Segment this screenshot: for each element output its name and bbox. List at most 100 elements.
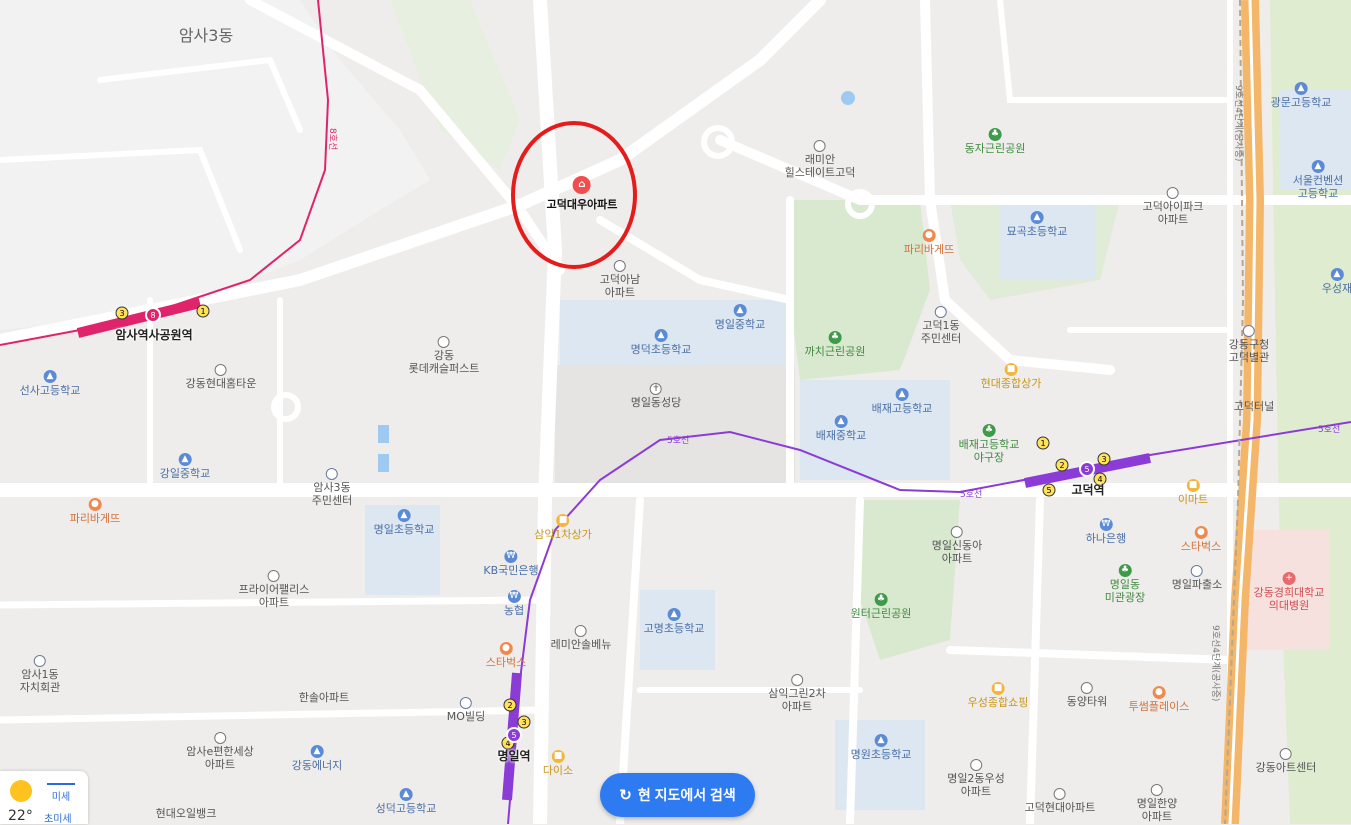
poi-label[interactable]: ▲ 고명초등학교 <box>643 608 705 635</box>
poi-label[interactable]: ♣ 배재고등학교 야구장 <box>958 424 1020 464</box>
poi-label[interactable]: ● 파리바게뜨 <box>903 229 955 256</box>
poi-label[interactable]: 강동 롯데캐슬퍼스트 <box>408 336 480 375</box>
poi-name: 배재고등학교 야구장 <box>958 438 1020 464</box>
poi-label[interactable]: 강동현대홈타운 <box>185 364 257 390</box>
poi-label[interactable]: ▲ 우성재 <box>1322 268 1351 295</box>
hospital-icon: + <box>1282 572 1296 585</box>
poi-label[interactable]: 고덕현대아파트 <box>1024 788 1096 814</box>
poi-label[interactable]: ▲ 광문고등학교 <box>1271 82 1331 109</box>
poi-label[interactable]: ✝ 명일동성당 <box>631 383 681 409</box>
poi-label[interactable]: 고덕1동 주민센터 <box>921 306 961 345</box>
poi-label[interactable]: ▲ 배재중학교 <box>816 415 866 442</box>
poi-name: 고명초등학교 <box>643 622 705 635</box>
poi-label[interactable]: ■ 다이소 <box>543 750 573 777</box>
poi-label[interactable]: ● 스타벅스 <box>1181 526 1221 553</box>
poi-label[interactable]: ▲ 명일중학교 <box>715 304 765 331</box>
poi-name: 묘곡초등학교 <box>1006 225 1068 238</box>
poi-label[interactable]: ▲ 강동에너지 <box>292 745 342 772</box>
poi-label[interactable]: ♣ 원터근린공원 <box>850 593 912 620</box>
poi-name: 고덕현대아파트 <box>1024 801 1096 814</box>
park-area-3 <box>860 500 960 660</box>
poi-name: 강동아트센터 <box>1255 761 1317 774</box>
poi-label[interactable]: 명일신동아 아파트 <box>932 526 982 565</box>
poi-name: 강동현대홈타운 <box>185 377 257 390</box>
poi-name: 고덕터널 <box>1233 400 1275 413</box>
poi-name: 파리바게뜨 <box>903 243 955 256</box>
poi-label[interactable]: ₩ 농협 <box>504 590 524 617</box>
poi-label[interactable]: ▲ 강일중학교 <box>160 453 210 480</box>
poi-label[interactable]: ♣ 까치근린공원 <box>805 331 865 358</box>
search-this-area-button[interactable]: ↻ 현 지도에서 검색 <box>600 773 755 817</box>
poi-label[interactable]: + 강동경희대학교 의대병원 <box>1253 572 1325 612</box>
poi-label[interactable]: MO빌딩 <box>447 697 485 723</box>
poi-label[interactable]: 강동아트센터 <box>1255 748 1317 774</box>
poi-name: 프라이어팰리스 아파트 <box>238 583 310 609</box>
svg-text:5: 5 <box>1084 465 1089 474</box>
poi-name: MO빌딩 <box>446 710 486 723</box>
poi-name: 농협 <box>503 604 525 617</box>
school-icon: ▲ <box>397 509 411 522</box>
apartment-icon <box>1150 784 1163 796</box>
poi-label[interactable]: 명일2동우성 아파트 <box>947 759 1005 798</box>
poi-label[interactable]: 동양타워 <box>1067 682 1107 708</box>
poi-label[interactable]: ■ 삼익1차상가 <box>534 514 592 541</box>
poi-label[interactable]: 암사e편한세상 아파트 <box>186 732 254 771</box>
weather-widget[interactable]: 22° 미세 초미세 <box>0 771 88 825</box>
selected-place[interactable]: ⌂ 고덕대우아파트 <box>547 176 617 212</box>
poi-label[interactable]: ▲ 묘곡초등학교 <box>1006 211 1068 238</box>
poi-name: 선사고등학교 <box>19 384 81 397</box>
school-icon: ▲ <box>1311 160 1325 173</box>
bakery-icon: ● <box>88 498 102 511</box>
poi-name: 강동경희대학교 의대병원 <box>1253 586 1325 612</box>
poi-label[interactable]: ● 파리바게뜨 <box>70 498 120 525</box>
poi-label[interactable]: 현대오일뱅크 <box>156 807 217 820</box>
poi-label[interactable]: 강동구청 고덕별관 <box>1229 325 1269 364</box>
poi-label[interactable]: ■ 이마트 <box>1178 479 1208 506</box>
poi-label[interactable]: ● 투썸플레이스 <box>1129 686 1189 713</box>
station-godeok[interactable]: 고덕역 <box>1071 481 1104 498</box>
poi-label[interactable]: ▲ 서울컨벤션 고등학교 <box>1293 160 1343 200</box>
poi-name: 강동 롯데캐슬퍼스트 <box>408 349 480 375</box>
poi-label[interactable]: ₩ 하나은행 <box>1086 518 1126 545</box>
poi-label[interactable]: ■ 현대종합상가 <box>981 363 1041 390</box>
poi-label[interactable]: 삼익그린2차 아파트 <box>768 674 826 713</box>
poi-name: 스타벅스 <box>1180 540 1222 553</box>
poi-label[interactable]: 프라이어팰리스 아파트 <box>238 570 310 609</box>
poi-label[interactable]: 암사3동 주민센터 <box>312 468 352 507</box>
svg-text:3: 3 <box>119 309 124 318</box>
poi-name: 우성재 <box>1321 282 1351 295</box>
station-amsa[interactable]: 암사역사공원역 <box>115 326 192 343</box>
poi-label[interactable]: ■ 우성종합쇼핑 <box>968 682 1028 709</box>
poi-label[interactable]: 명일한양 아파트 <box>1137 784 1177 823</box>
shopping-icon: ■ <box>556 514 570 527</box>
poi-label[interactable]: 레미안솔베뉴 <box>551 625 611 651</box>
poi-label[interactable]: 고덕아이파크 아파트 <box>1143 187 1203 226</box>
poi-label[interactable]: 래미안 힐스테이트고덕 <box>785 140 855 179</box>
poi-label[interactable]: ♣ 명일동 미관광장 <box>1105 564 1145 604</box>
park-icon: ♣ <box>828 331 842 344</box>
poi-name: 암사3동 주민센터 <box>311 481 353 507</box>
poi-label[interactable]: ● 스타벅스 <box>486 642 526 669</box>
apartment-icon <box>790 674 803 686</box>
poi-name: 명일동 미관광장 <box>1104 578 1146 604</box>
poi-label[interactable]: ▲ 선사고등학교 <box>19 370 81 397</box>
poi-label[interactable]: 한솔아파트 <box>299 691 350 704</box>
poi-label[interactable]: 고덕아남 아파트 <box>600 260 640 299</box>
school-icon: ▲ <box>1030 211 1044 224</box>
poi-name: 강동구청 고덕별관 <box>1228 338 1270 364</box>
poi-label[interactable]: 암사1동 자치회관 <box>20 655 60 694</box>
poi-label[interactable]: 고덕터널 <box>1234 400 1274 413</box>
poi-label[interactable]: ▲ 성덕고등학교 <box>376 788 436 815</box>
poi-label[interactable]: ▲ 배재고등학교 <box>872 388 932 415</box>
poi-label[interactable]: ₩ KB국민은행 <box>483 550 539 577</box>
bank-icon: ₩ <box>504 550 518 563</box>
poi-label[interactable]: ▲ 명일초등학교 <box>374 509 434 536</box>
station-myeongil[interactable]: 명일역 <box>497 747 530 764</box>
poi-label[interactable]: ▲ 명덕초등학교 <box>631 329 691 356</box>
apartment-icon <box>613 260 626 272</box>
apartment-icon <box>814 140 826 152</box>
poi-label[interactable]: ▲ 명원초등학교 <box>851 734 911 761</box>
poi-label[interactable]: ♣ 동자근린공원 <box>965 128 1025 155</box>
poi-label[interactable]: 명일파출소 <box>1172 565 1222 591</box>
poi-name: 원터근린공원 <box>850 607 912 620</box>
